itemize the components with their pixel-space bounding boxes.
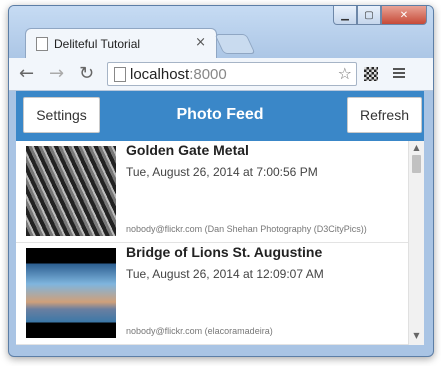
scroll-up-icon[interactable]: ▲ bbox=[409, 143, 424, 155]
photo-thumbnail bbox=[26, 248, 116, 338]
scroll-down-icon[interactable]: ▼ bbox=[409, 331, 424, 343]
photo-author: nobody@flickr.com (elacoramadeira) bbox=[126, 326, 273, 336]
photo-author: nobody@flickr.com (Dan Shehan Photograph… bbox=[126, 224, 367, 234]
photo-date: Tue, August 26, 2014 at 7:00:56 PM bbox=[126, 165, 318, 179]
window-controls: ▁ ▢ ✕ bbox=[333, 6, 427, 28]
scroll-thumb[interactable] bbox=[412, 155, 421, 173]
photo-date: Tue, August 26, 2014 at 12:09:07 AM bbox=[126, 267, 324, 281]
url-port: :8000 bbox=[189, 66, 227, 83]
tab-close-icon[interactable]: × bbox=[195, 35, 206, 50]
maximize-button[interactable]: ▢ bbox=[357, 6, 381, 25]
photo-thumbnail bbox=[26, 146, 116, 236]
minimize-button[interactable]: ▁ bbox=[333, 6, 357, 25]
address-bar[interactable]: localhost:8000 ☆ bbox=[107, 62, 357, 86]
list-item[interactable]: Golden Gate Metal Tue, August 26, 2014 a… bbox=[16, 141, 409, 243]
extension-icon[interactable] bbox=[364, 67, 378, 81]
tab-title: Deliteful Tutorial bbox=[54, 37, 141, 51]
browser-tab[interactable]: Deliteful Tutorial × bbox=[25, 28, 217, 59]
photo-list[interactable]: Golden Gate Metal Tue, August 26, 2014 a… bbox=[16, 141, 409, 345]
bookmark-star-icon[interactable]: ☆ bbox=[338, 64, 352, 83]
page-favicon-icon bbox=[36, 37, 48, 51]
back-icon[interactable]: ← bbox=[19, 63, 34, 84]
reload-icon[interactable]: ↻ bbox=[79, 63, 94, 84]
title-bar: ▁ ▢ ✕ Deliteful Tutorial × bbox=[9, 6, 433, 64]
browser-window: ▁ ▢ ✕ Deliteful Tutorial × ← → ↻ localho… bbox=[8, 5, 434, 357]
page-viewport: Settings Photo Feed Refresh Golden Gate … bbox=[16, 91, 424, 345]
url-host: localhost bbox=[130, 66, 190, 83]
close-window-button[interactable]: ✕ bbox=[381, 6, 427, 25]
refresh-button[interactable]: Refresh bbox=[347, 97, 422, 133]
page-icon bbox=[114, 67, 126, 82]
url-text[interactable]: localhost:8000 bbox=[130, 66, 227, 83]
scrollbar[interactable]: ▲ ▼ bbox=[408, 141, 424, 345]
photo-title: Bridge of Lions St. Augustine bbox=[126, 244, 323, 260]
menu-icon[interactable] bbox=[393, 66, 405, 80]
list-item[interactable]: Bridge of Lions St. Augustine Tue, Augus… bbox=[16, 243, 409, 345]
photo-title: Golden Gate Metal bbox=[126, 142, 249, 158]
browser-toolbar: ← → ↻ localhost:8000 ☆ bbox=[9, 58, 433, 91]
forward-icon[interactable]: → bbox=[49, 63, 64, 84]
new-tab-button[interactable] bbox=[214, 34, 256, 54]
app-header: Settings Photo Feed Refresh bbox=[16, 91, 424, 141]
